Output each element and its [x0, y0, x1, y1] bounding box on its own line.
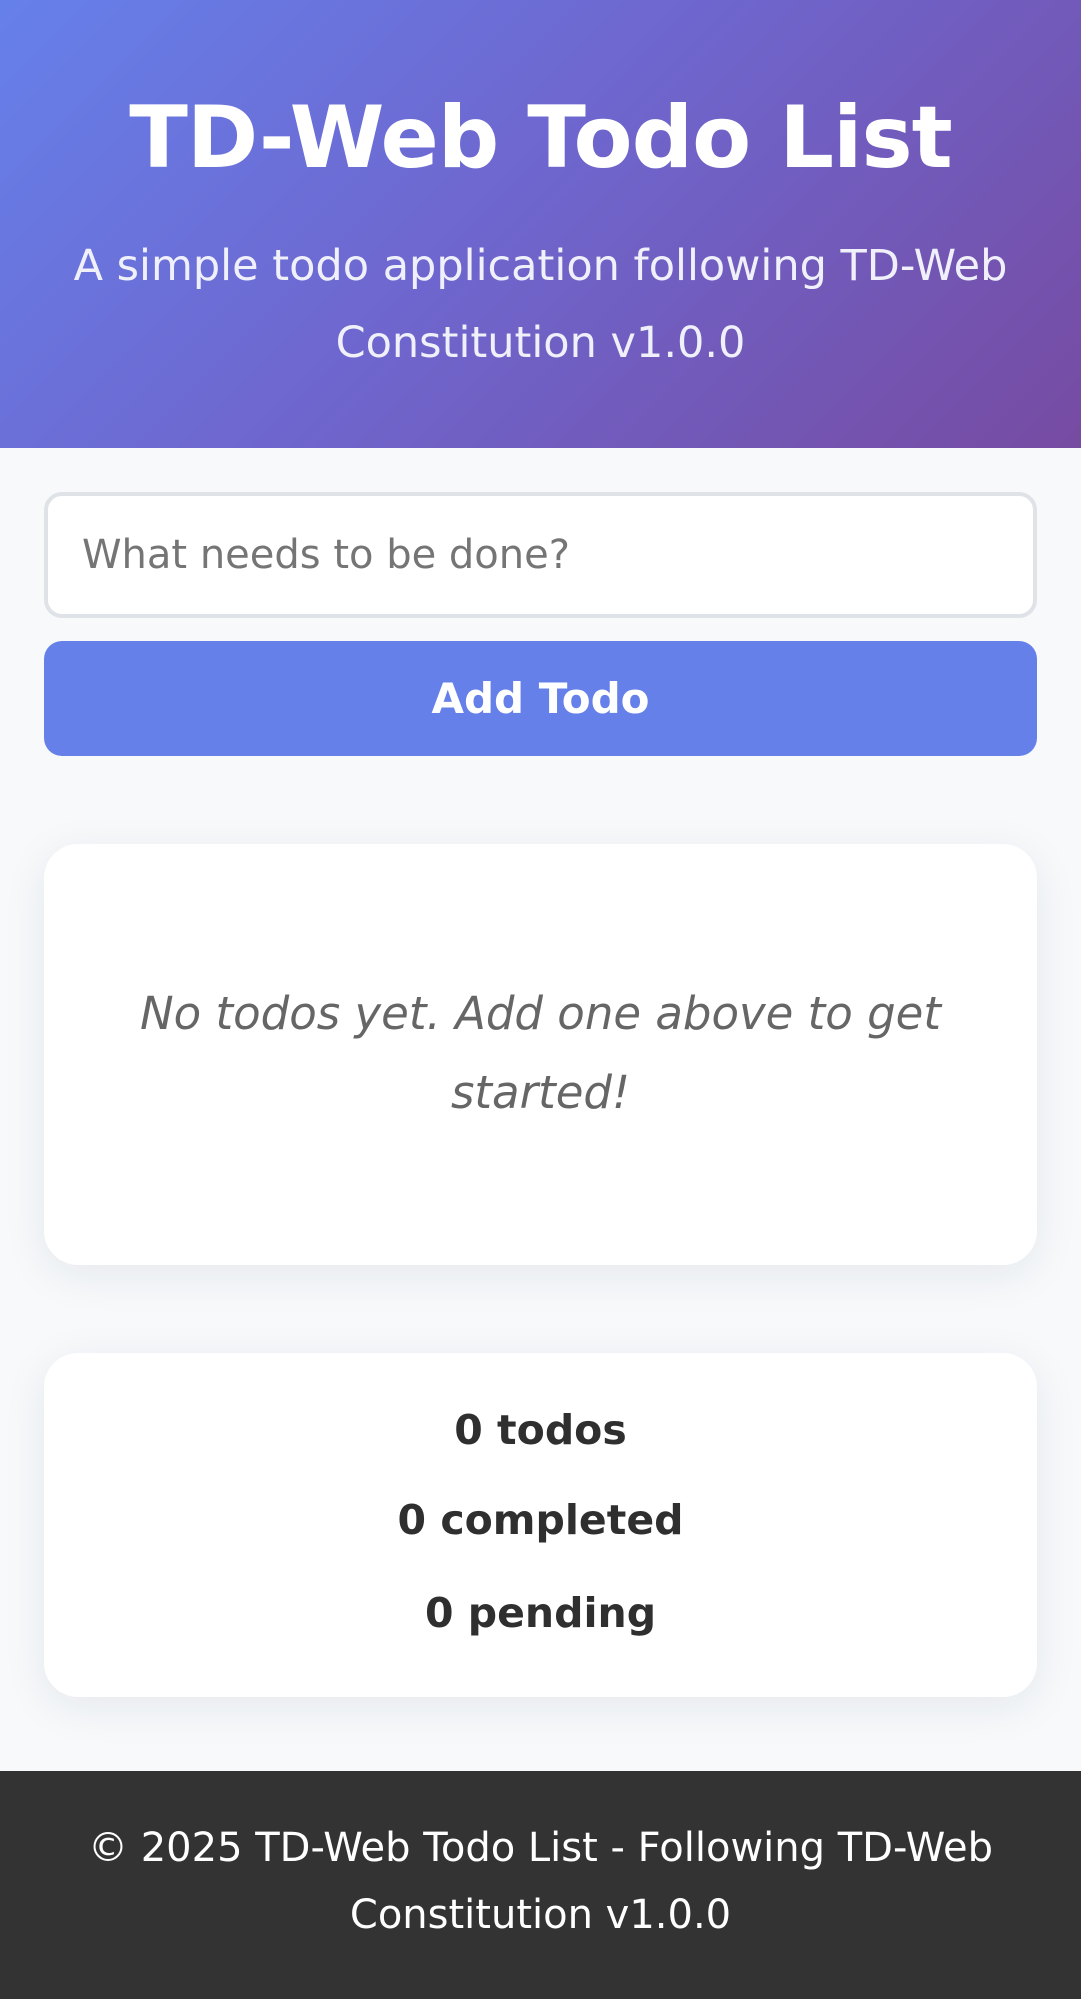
todo-input-container — [44, 492, 1037, 618]
stat-pending-todos: 0 pending — [424, 1589, 657, 1637]
stat-total-todos: 0 todos — [454, 1406, 627, 1454]
stat-completed-todos: 0 completed — [397, 1496, 684, 1544]
todo-input[interactable] — [48, 496, 1033, 614]
app-footer: © 2025 TD-Web Todo List - Following TD-W… — [0, 1771, 1081, 1999]
page-subtitle: A simple todo application following TD-W… — [73, 241, 1008, 368]
footer-text: © 2025 TD-Web Todo List - Following TD-W… — [88, 1825, 993, 1938]
add-todo-button[interactable]: Add Todo — [44, 641, 1037, 756]
app-header: TD-Web Todo List A simple todo applicati… — [0, 0, 1081, 448]
empty-state-message: No todos yet. Add one above to get start… — [139, 987, 941, 1119]
page-title: TD-Web Todo List — [129, 88, 953, 188]
